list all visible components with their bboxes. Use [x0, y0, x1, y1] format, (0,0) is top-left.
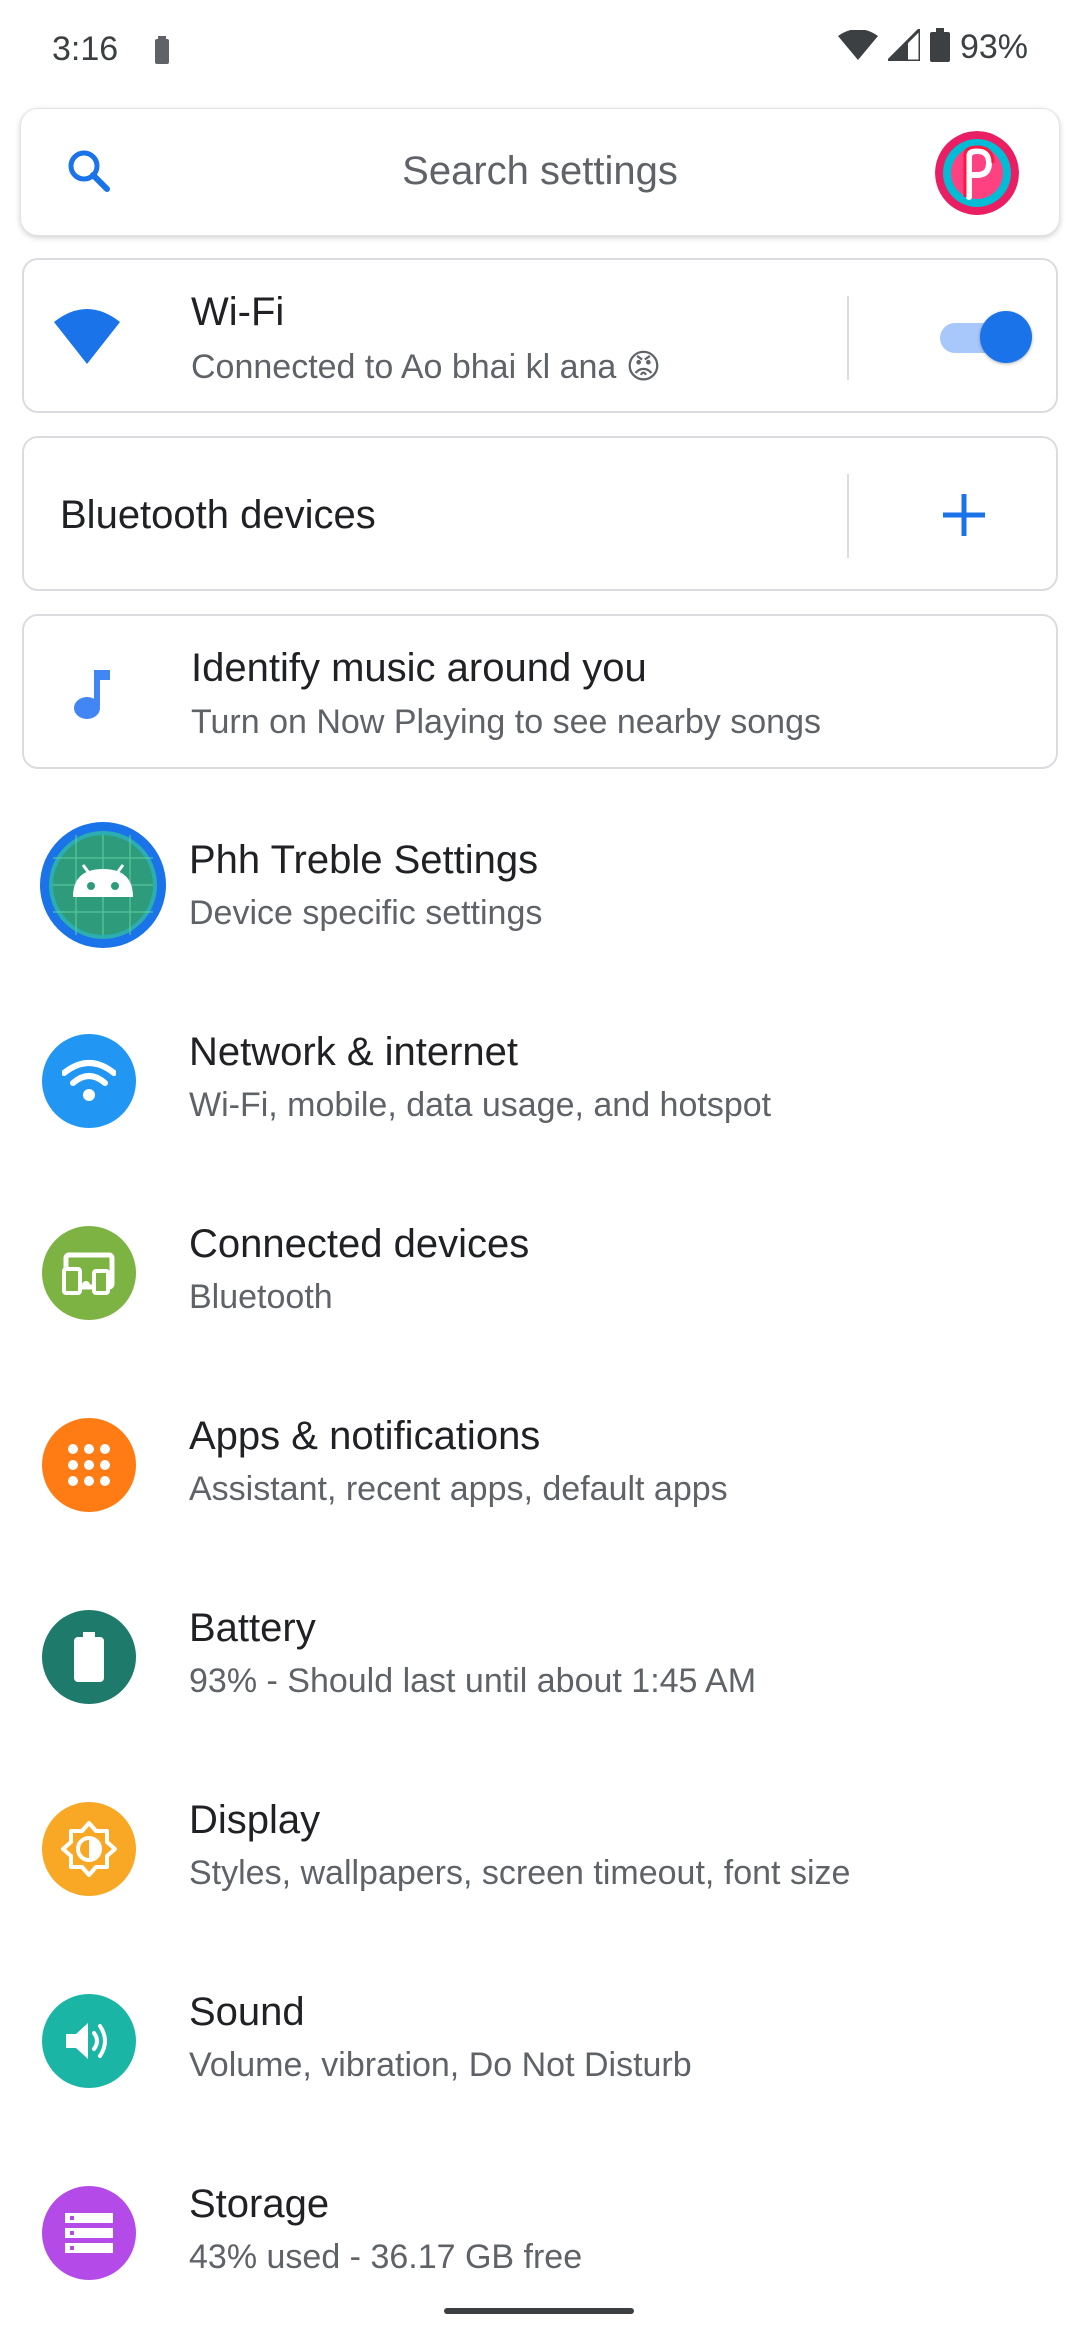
status-time: 3:16: [52, 30, 119, 68]
item-subtitle: Device specific settings: [189, 894, 543, 932]
bluetooth-title: Bluetooth devices: [60, 493, 376, 537]
volume-icon: [42, 1994, 136, 2088]
battery-notification-icon: [155, 36, 169, 69]
item-title: Storage: [189, 2182, 330, 2226]
wifi-title: Wi-Fi: [191, 290, 285, 334]
toggle-thumb: [980, 311, 1032, 363]
battery-icon: [42, 1610, 136, 1704]
now-playing-card[interactable]: Identify music around you Turn on Now Pl…: [22, 614, 1058, 769]
item-title: Sound: [189, 1990, 305, 2034]
divider: [847, 296, 849, 380]
list-item-phh-treble[interactable]: Phh Treble Settings Device specific sett…: [0, 800, 1080, 992]
battery-icon: [929, 28, 950, 67]
music-subtitle: Turn on Now Playing to see nearby songs: [191, 703, 821, 741]
wifi-icon: [54, 308, 120, 369]
search-bar[interactable]: Search settings: [20, 108, 1060, 236]
music-title: Identify music around you: [191, 646, 647, 690]
list-item-battery[interactable]: Battery 93% - Should last until about 1:…: [0, 1568, 1080, 1760]
item-title: Connected devices: [189, 1222, 530, 1266]
android-icon: [40, 822, 166, 948]
music-note-icon: [72, 666, 112, 727]
gesture-nav-handle[interactable]: [444, 2308, 634, 2314]
list-item-network-internet[interactable]: Network & internet Wi-Fi, mobile, data u…: [0, 992, 1080, 1184]
status-bar: 3:16 93%: [0, 0, 1080, 105]
item-subtitle: 43% used - 36.17 GB free: [189, 2238, 583, 2276]
wifi-card[interactable]: Wi-Fi Connected to Ao bhai kl ana 😡: [22, 258, 1058, 413]
list-item-sound[interactable]: Sound Volume, vibration, Do Not Disturb: [0, 1952, 1080, 2144]
item-subtitle: Volume, vibration, Do Not Disturb: [189, 2046, 692, 2084]
devices-icon: [42, 1226, 136, 1320]
item-subtitle: 93% - Should last until about 1:45 AM: [189, 1662, 757, 1700]
item-subtitle: Bluetooth: [189, 1278, 333, 1316]
status-right: 93%: [837, 25, 1028, 67]
item-title: Network & internet: [189, 1030, 519, 1074]
item-subtitle: Assistant, recent apps, default apps: [189, 1470, 728, 1508]
wifi-toggle[interactable]: [922, 311, 1034, 363]
cell-signal-icon: [884, 25, 922, 66]
item-title: Battery: [189, 1606, 316, 1650]
item-title: Display: [189, 1798, 321, 1842]
item-title: Phh Treble Settings: [189, 838, 539, 882]
wifi-subtitle: Connected to Ao bhai kl ana 😡: [191, 348, 662, 386]
storage-icon: [42, 2186, 136, 2280]
avatar[interactable]: [935, 131, 1019, 215]
list-item-connected-devices[interactable]: Connected devices Bluetooth: [0, 1184, 1080, 1376]
search-input[interactable]: Search settings: [21, 149, 1059, 194]
apps-grid-icon: [42, 1418, 136, 1512]
add-device-button[interactable]: [929, 480, 999, 550]
list-item-apps-notifications[interactable]: Apps & notifications Assistant, recent a…: [0, 1376, 1080, 1568]
wifi-icon: [42, 1034, 136, 1128]
list-item-display[interactable]: Display Styles, wallpapers, screen timeo…: [0, 1760, 1080, 1952]
item-subtitle: Styles, wallpapers, screen timeout, font…: [189, 1854, 851, 1892]
bluetooth-devices-card[interactable]: Bluetooth devices: [22, 436, 1058, 591]
divider: [847, 474, 849, 558]
item-title: Apps & notifications: [189, 1414, 541, 1458]
battery-percentage: 93%: [959, 28, 1028, 66]
brightness-icon: [42, 1802, 136, 1896]
item-subtitle: Wi-Fi, mobile, data usage, and hotspot: [189, 1086, 772, 1124]
wifi-signal-icon: [837, 29, 878, 65]
